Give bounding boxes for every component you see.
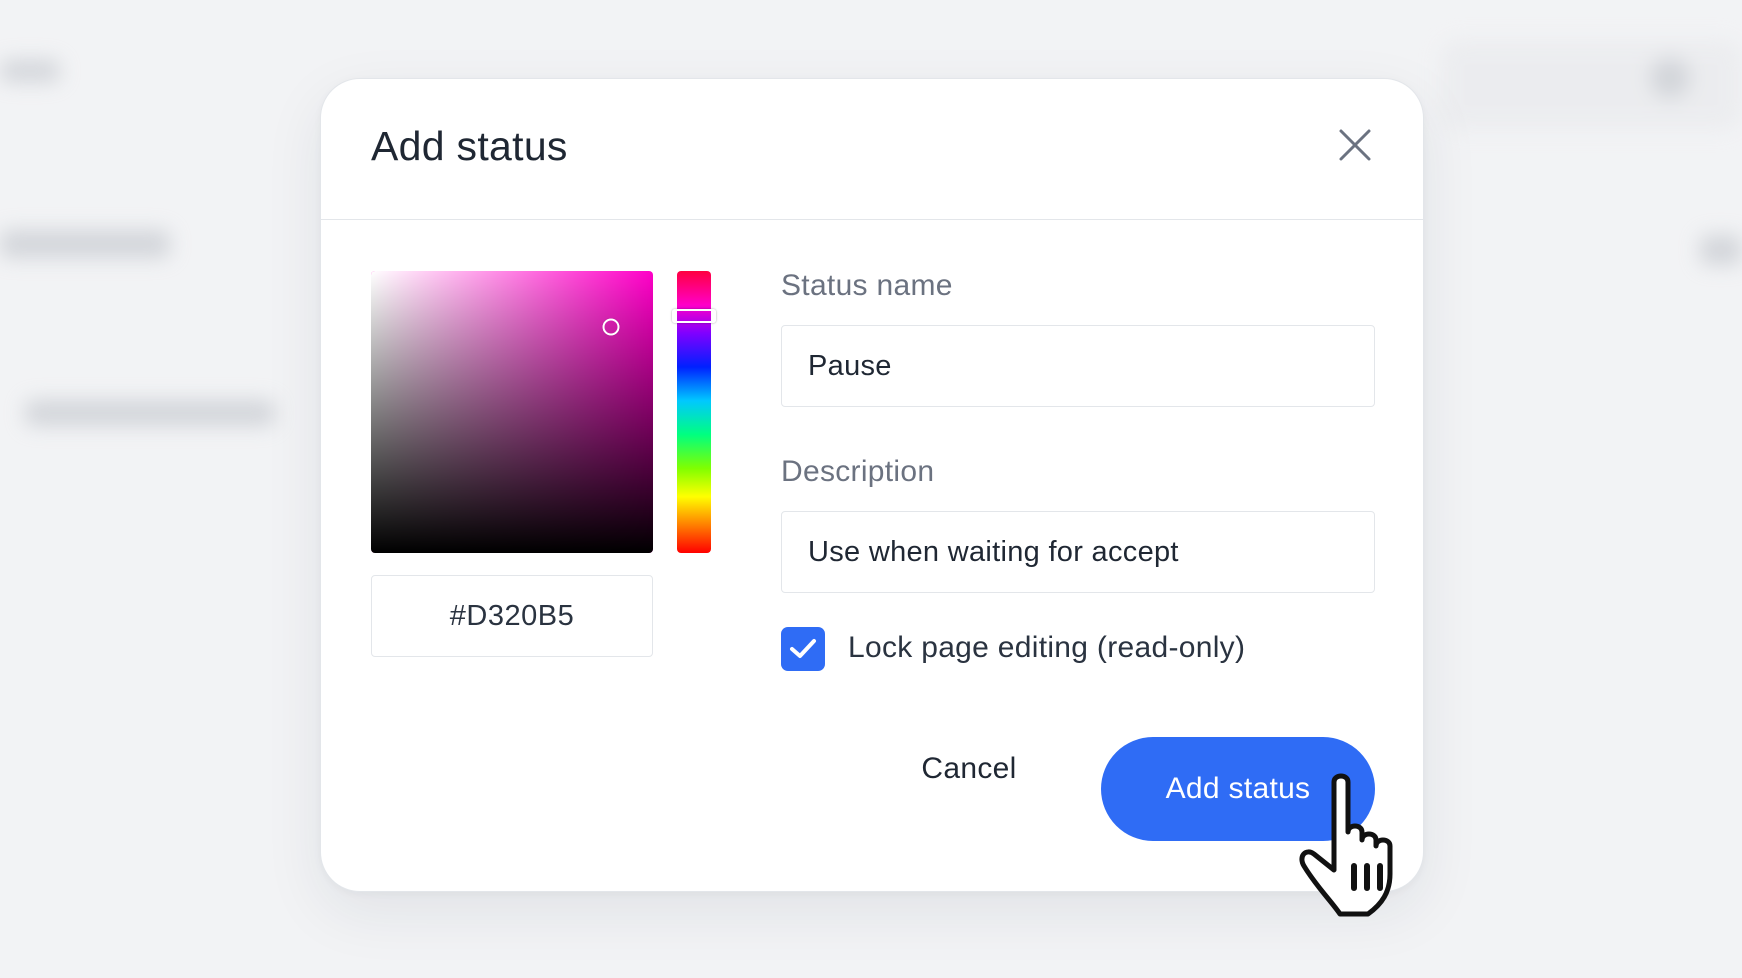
- close-icon: [1339, 129, 1371, 161]
- checkmark-icon: [790, 639, 816, 658]
- bg-text-blur: [25, 400, 275, 426]
- status-name-input[interactable]: [781, 325, 1375, 407]
- lock-editing-label: Lock page editing (read-only): [848, 631, 1246, 664]
- description-input[interactable]: [781, 511, 1375, 593]
- black-gradient-layer: [371, 271, 653, 553]
- bg-card-blur: [1440, 40, 1742, 130]
- hue-slider[interactable]: [672, 271, 716, 553]
- add-status-dialog: Add status Status name Description Lock …: [320, 78, 1424, 892]
- lock-editing-checkbox[interactable]: [781, 627, 825, 671]
- cancel-button[interactable]: Cancel: [904, 739, 1034, 799]
- dialog-title: Add status: [371, 123, 568, 169]
- dialog-header: Add status: [321, 79, 1423, 220]
- close-button[interactable]: [1335, 125, 1375, 165]
- bg-text-blur: [0, 60, 60, 82]
- bg-avatar-blur: [1650, 58, 1690, 98]
- bg-text-blur: [1700, 235, 1742, 265]
- hex-color-input[interactable]: [371, 575, 653, 657]
- add-status-button[interactable]: Add status: [1101, 737, 1375, 841]
- description-label: Description: [781, 455, 935, 488]
- status-name-label: Status name: [781, 269, 953, 302]
- hue-slider-handle[interactable]: [672, 309, 716, 324]
- bg-text-blur: [0, 230, 170, 258]
- saturation-brightness-area[interactable]: [371, 271, 653, 553]
- color-selector-handle[interactable]: [602, 318, 620, 336]
